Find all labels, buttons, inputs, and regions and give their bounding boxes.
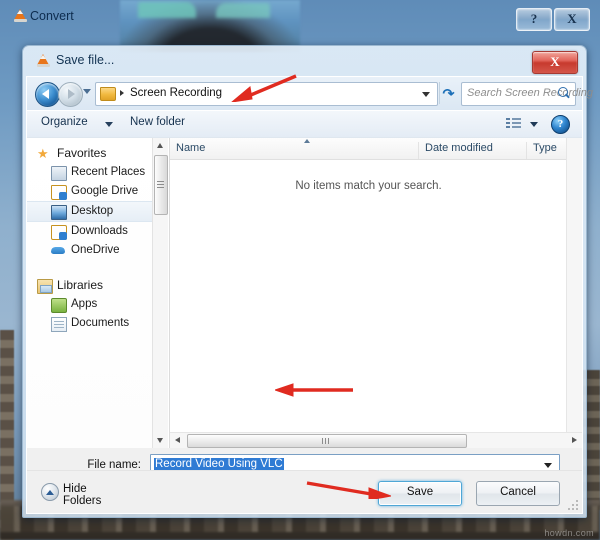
empty-list-message: No items match your search. bbox=[295, 180, 442, 192]
file-list-vertical-scrollbar[interactable] bbox=[566, 138, 582, 433]
sidebar-item-label: Apps bbox=[71, 298, 98, 310]
sidebar-item-recent-places[interactable]: Recent Places bbox=[27, 163, 168, 182]
organize-button[interactable]: Organize bbox=[41, 116, 88, 128]
file-name-value[interactable]: Record Video Using VLC bbox=[154, 458, 284, 470]
chevron-down-icon[interactable] bbox=[544, 463, 552, 468]
search-icon bbox=[558, 87, 571, 100]
scroll-right-icon[interactable] bbox=[567, 433, 582, 448]
scroll-up-icon[interactable] bbox=[153, 138, 168, 153]
help-circle-icon[interactable]: ? bbox=[551, 115, 570, 134]
save-button[interactable]: Save bbox=[378, 481, 462, 506]
apps-icon bbox=[51, 298, 67, 313]
save-file-dialog[interactable]: Save file... X Screen Recording ↷ Search… bbox=[22, 45, 593, 518]
refresh-icon[interactable]: ↷ bbox=[439, 82, 460, 104]
scroll-left-icon[interactable] bbox=[170, 433, 185, 448]
sidebar-scrollbar-thumb[interactable] bbox=[154, 155, 168, 215]
sidebar-group-favorites: ★ Favorites Recent Places Google Drive D… bbox=[27, 144, 168, 260]
address-path-text[interactable]: Screen Recording bbox=[130, 87, 222, 99]
chevron-down-icon[interactable] bbox=[83, 89, 91, 94]
column-header-type[interactable]: Type bbox=[526, 142, 600, 159]
file-list-pane[interactable]: Name Date modified Type No items match y… bbox=[169, 138, 582, 448]
chevron-down-icon[interactable] bbox=[530, 122, 538, 127]
sidebar-item-label: Documents bbox=[71, 317, 130, 329]
desktop-monitor-icon bbox=[51, 205, 67, 220]
collapse-up-icon bbox=[41, 483, 59, 501]
sidebar-item-label: Google Drive bbox=[71, 185, 139, 197]
search-input[interactable]: Search Screen Recording bbox=[461, 82, 593, 106]
sidebar-item-onedrive[interactable]: OneDrive bbox=[27, 241, 168, 260]
resize-grip-icon[interactable] bbox=[568, 500, 578, 510]
column-header-name[interactable]: Name bbox=[170, 142, 418, 159]
save-dialog-close-button[interactable]: X bbox=[532, 51, 578, 74]
sidebar-item-label: Recent Places bbox=[71, 166, 146, 178]
convert-close-button[interactable]: X bbox=[554, 8, 590, 31]
star-icon: ★ bbox=[37, 146, 49, 161]
convert-titlebar: Convert bbox=[0, 0, 600, 32]
sidebar-group-libraries: Libraries Apps Documents bbox=[27, 276, 168, 333]
column-header-date-modified[interactable]: Date modified bbox=[418, 142, 526, 159]
sidebar-item-downloads[interactable]: Downloads bbox=[27, 222, 168, 241]
libraries-icon bbox=[37, 279, 53, 294]
sidebar-item-label: Desktop bbox=[71, 205, 114, 217]
address-bar[interactable]: Screen Recording bbox=[95, 82, 438, 106]
recent-places-icon bbox=[51, 166, 67, 181]
document-icon bbox=[51, 317, 67, 332]
sidebar-item-favorites[interactable]: ★ Favorites bbox=[27, 144, 168, 163]
sidebar-item-label: OneDrive bbox=[71, 244, 120, 256]
watermark-text: howdn.com bbox=[544, 528, 594, 538]
back-arrow-icon[interactable] bbox=[35, 82, 60, 107]
sidebar-item-libraries[interactable]: Libraries bbox=[27, 276, 168, 295]
sidebar-scrollbar[interactable] bbox=[152, 138, 168, 448]
sidebar-item-desktop[interactable]: Desktop bbox=[27, 201, 168, 222]
downloads-folder-icon bbox=[51, 225, 67, 240]
scroll-down-icon[interactable] bbox=[153, 433, 168, 448]
folder-icon bbox=[100, 87, 116, 101]
cloud-icon bbox=[51, 244, 65, 257]
sidebar-item-apps[interactable]: Apps bbox=[27, 295, 168, 314]
file-list-hscroll-thumb[interactable] bbox=[187, 434, 467, 448]
forward-arrow-icon[interactable] bbox=[58, 82, 83, 107]
navigation-sidebar[interactable]: ★ Favorites Recent Places Google Drive D… bbox=[27, 138, 168, 448]
vlc-cone-icon bbox=[14, 8, 27, 22]
save-dialog-title: Save file... bbox=[56, 53, 115, 67]
navigation-bar: Screen Recording ↷ Search Screen Recordi… bbox=[27, 77, 593, 110]
content-area: ★ Favorites Recent Places Google Drive D… bbox=[27, 137, 582, 448]
sidebar-item-label: Downloads bbox=[71, 225, 128, 237]
hide-folders-label: Hide Folders bbox=[63, 483, 102, 507]
convert-window-title: Convert bbox=[30, 9, 74, 23]
sidebar-item-label: Libraries bbox=[57, 278, 104, 292]
sidebar-item-google-drive[interactable]: Google Drive bbox=[27, 182, 168, 201]
convert-help-button[interactable]: ? bbox=[516, 8, 552, 31]
chevron-down-icon[interactable] bbox=[105, 122, 113, 127]
sort-ascending-icon bbox=[304, 139, 310, 143]
vlc-cone-icon bbox=[37, 53, 50, 67]
new-folder-button[interactable]: New folder bbox=[130, 116, 185, 128]
sidebar-item-documents[interactable]: Documents bbox=[27, 314, 168, 333]
file-list-horizontal-scrollbar[interactable] bbox=[170, 432, 582, 448]
search-placeholder-text: Search Screen Recording bbox=[467, 87, 593, 99]
chevron-down-icon[interactable] bbox=[422, 92, 430, 97]
toolbar: Organize New folder ? bbox=[27, 110, 582, 138]
folder-icon bbox=[51, 185, 67, 200]
file-list-column-header: Name Date modified Type bbox=[170, 138, 567, 160]
save-dialog-body: Screen Recording ↷ Search Screen Recordi… bbox=[26, 76, 593, 514]
view-mode-icon[interactable] bbox=[506, 117, 522, 130]
chevron-right-icon bbox=[120, 90, 124, 96]
dialog-footer: Hide Folders Save Cancel bbox=[27, 470, 582, 513]
cancel-button[interactable]: Cancel bbox=[476, 481, 560, 506]
save-dialog-titlebar: Save file... bbox=[23, 46, 586, 76]
sidebar-item-label: Favorites bbox=[57, 146, 107, 160]
